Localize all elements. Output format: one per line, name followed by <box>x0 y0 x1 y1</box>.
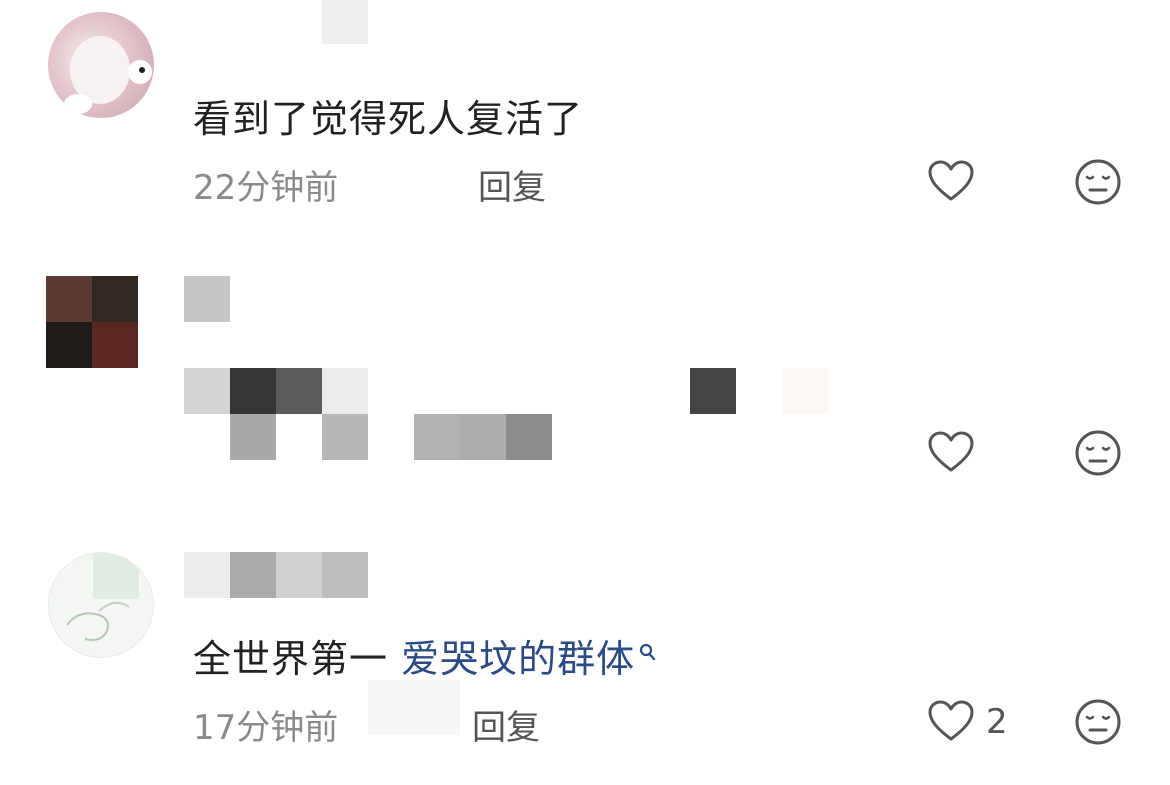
heart-outline-icon[interactable] <box>928 160 974 206</box>
reply-button[interactable]: 回复 <box>472 700 540 749</box>
search-link[interactable]: 爱哭坟的群体 <box>401 637 635 681</box>
search-icon[interactable] <box>639 628 657 672</box>
avatar[interactable] <box>46 276 138 368</box>
blur-fragment <box>368 680 460 735</box>
meh-face-icon[interactable] <box>1074 429 1122 481</box>
comment-timestamp: 17分钟前 <box>193 708 339 748</box>
meh-face-icon[interactable] <box>1074 698 1122 750</box>
avatar[interactable] <box>48 12 154 118</box>
comment-text: 看到了觉得死人复活了 <box>193 97 584 141</box>
heart-outline-icon[interactable] <box>928 431 974 477</box>
comment-timestamp: 22分钟前 <box>193 168 339 208</box>
reply-button[interactable]: 回复 <box>478 160 546 209</box>
username-blurred[interactable] <box>322 0 368 44</box>
comment-text-plain: 全世界第一 <box>193 637 402 681</box>
username-blurred[interactable] <box>184 276 230 322</box>
comment-text: 全世界第一 爱哭坟的群体 <box>193 628 657 683</box>
meh-face-icon[interactable] <box>1074 158 1122 210</box>
heart-outline-icon[interactable] <box>928 700 974 746</box>
avatar[interactable] <box>48 552 154 658</box>
like-count: 2 <box>986 702 1008 742</box>
